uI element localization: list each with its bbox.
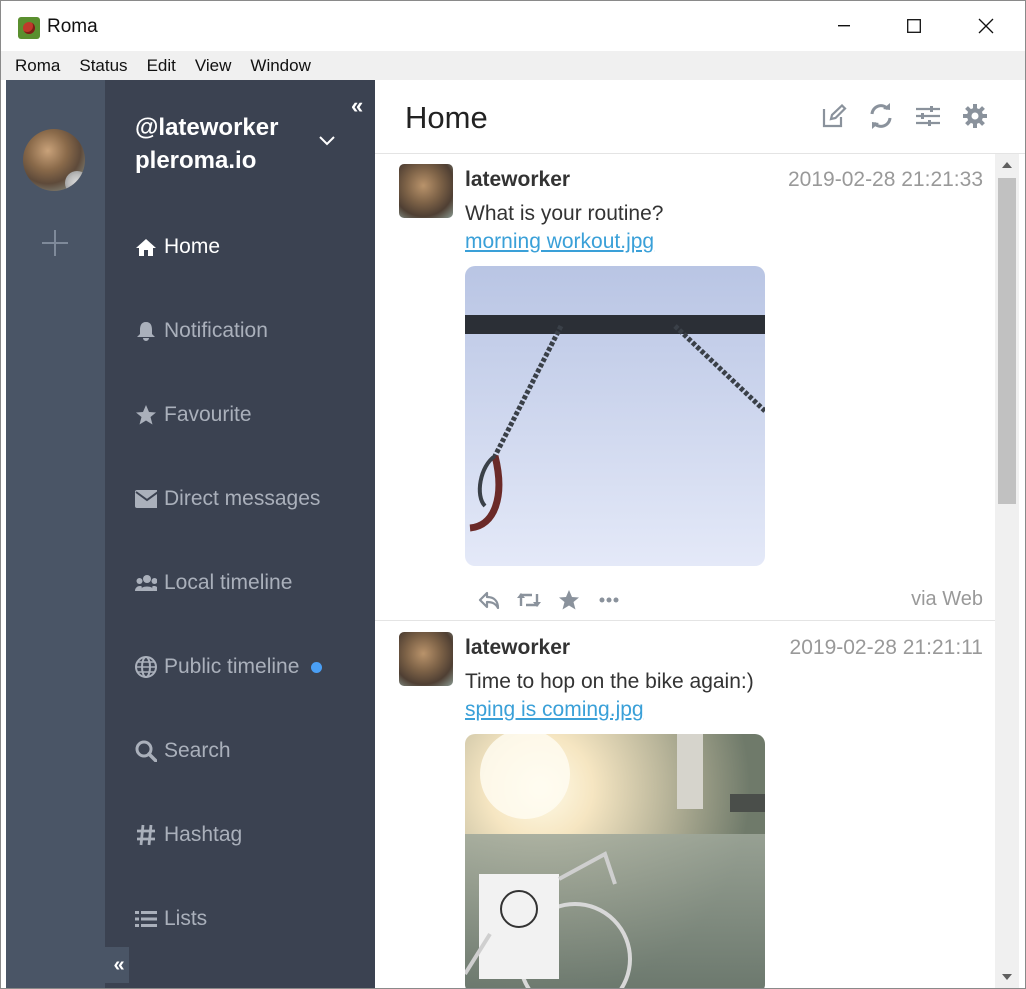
- media-image[interactable]: [465, 266, 765, 566]
- nav-item-hashtag[interactable]: Hashtag: [135, 820, 242, 850]
- menu-status[interactable]: Status: [69, 51, 136, 80]
- gear-icon[interactable]: [961, 102, 989, 130]
- account-handle: @lateworker: [135, 114, 279, 141]
- nav-label: Favourite: [164, 403, 252, 426]
- hashtag-icon: [135, 824, 157, 846]
- title-bar: Roma: [1, 1, 1025, 51]
- menu-edit[interactable]: Edit: [137, 51, 185, 80]
- minimize-icon: [838, 25, 850, 27]
- list-icon: [135, 908, 157, 930]
- scrollbar-thumb[interactable]: [998, 178, 1016, 504]
- nav-label: Direct messages: [164, 487, 321, 510]
- nav-label: Search: [164, 739, 231, 762]
- window-title: Roma: [47, 16, 98, 37]
- more-icon[interactable]: [595, 588, 623, 612]
- add-account-icon[interactable]: [42, 230, 68, 256]
- globe-icon: [135, 656, 157, 678]
- status-item[interactable]: lateworker 2019-02-28 21:21:33 What is y…: [375, 154, 995, 621]
- favourite-icon[interactable]: [555, 588, 583, 612]
- nav-label: Lists: [164, 907, 208, 930]
- bell-icon: [135, 320, 157, 342]
- status-username[interactable]: lateworker: [465, 168, 570, 192]
- nav-label: Public timeline: [164, 655, 300, 678]
- attachment-link[interactable]: sping is coming.jpg: [465, 698, 644, 722]
- avatar[interactable]: [399, 632, 453, 686]
- scroll-down-arrow-icon[interactable]: [995, 966, 1019, 988]
- menu-view[interactable]: View: [185, 51, 241, 80]
- media-image[interactable]: [465, 734, 765, 988]
- account-bar: [6, 80, 105, 988]
- reload-icon[interactable]: [867, 102, 895, 130]
- envelope-icon: [135, 488, 157, 510]
- app-window: Roma Roma Status Edit View Window « @lat…: [0, 0, 1026, 989]
- boost-icon[interactable]: [515, 588, 543, 612]
- nav-item-home[interactable]: Home: [135, 232, 220, 262]
- collapse-sidebar-icon[interactable]: «: [105, 947, 129, 983]
- status-actions: [475, 588, 635, 612]
- menu-roma[interactable]: Roma: [1, 51, 69, 80]
- maximize-icon: [907, 19, 921, 33]
- filter-settings-icon[interactable]: [914, 102, 942, 130]
- main-panel: Home lateworker 2019-02-28 21:21:33 What…: [375, 80, 1025, 988]
- chevron-down-icon[interactable]: [318, 135, 336, 147]
- status-text: Time to hop on the bike again:): [465, 670, 754, 693]
- nav-item-local-timeline[interactable]: Local timeline: [135, 568, 292, 598]
- minimize-button[interactable]: [809, 1, 879, 51]
- close-button[interactable]: [951, 1, 1021, 51]
- app-icon: [18, 17, 40, 39]
- avatar[interactable]: [399, 164, 453, 218]
- star-icon: [135, 404, 157, 426]
- status-item[interactable]: lateworker 2019-02-28 21:21:11 Time to h…: [375, 621, 995, 988]
- nav-label: Notification: [164, 319, 268, 342]
- status-text: What is your routine?: [465, 202, 664, 225]
- nav-item-favourite[interactable]: Favourite: [135, 400, 252, 430]
- nav-label: Home: [164, 235, 221, 258]
- nav-item-search[interactable]: Search: [135, 736, 231, 766]
- attachment-link[interactable]: morning workout.jpg: [465, 230, 654, 254]
- timeline-scrollbar[interactable]: [995, 154, 1019, 988]
- unread-indicator: [311, 661, 323, 673]
- nav-item-public-timeline[interactable]: Public timeline: [135, 652, 323, 682]
- nav-label: Hashtag: [164, 823, 243, 846]
- menu-bar: Roma Status Edit View Window: [1, 51, 1025, 80]
- search-icon: [135, 740, 157, 762]
- scroll-up-arrow-icon[interactable]: [995, 154, 1019, 176]
- users-icon: [135, 572, 157, 594]
- nav-item-lists[interactable]: Lists: [135, 904, 207, 934]
- status-timestamp[interactable]: 2019-02-28 21:21:11: [790, 636, 983, 660]
- nav-item-direct-messages[interactable]: Direct messages: [135, 484, 320, 514]
- account-domain: pleroma.io: [135, 147, 257, 174]
- status-username[interactable]: lateworker: [465, 636, 570, 660]
- nav-label: Local timeline: [164, 571, 293, 594]
- collapse-menu-icon[interactable]: «: [351, 95, 363, 117]
- close-icon: [978, 18, 994, 34]
- nav-item-notification[interactable]: Notification: [135, 316, 268, 346]
- home-icon: [135, 236, 157, 258]
- status-timestamp[interactable]: 2019-02-28 21:21:33: [788, 168, 983, 192]
- account-avatar[interactable]: [23, 129, 85, 191]
- page-title: Home: [405, 100, 488, 135]
- status-via: via Web: [911, 588, 983, 610]
- menu-window[interactable]: Window: [240, 51, 319, 80]
- timeline[interactable]: lateworker 2019-02-28 21:21:33 What is y…: [375, 154, 995, 988]
- side-menu: « @lateworker pleroma.io Home Notificati…: [105, 80, 375, 988]
- timeline-header: Home: [375, 80, 1025, 154]
- compose-icon[interactable]: [820, 102, 848, 130]
- reply-icon[interactable]: [475, 588, 503, 612]
- maximize-button[interactable]: [879, 1, 949, 51]
